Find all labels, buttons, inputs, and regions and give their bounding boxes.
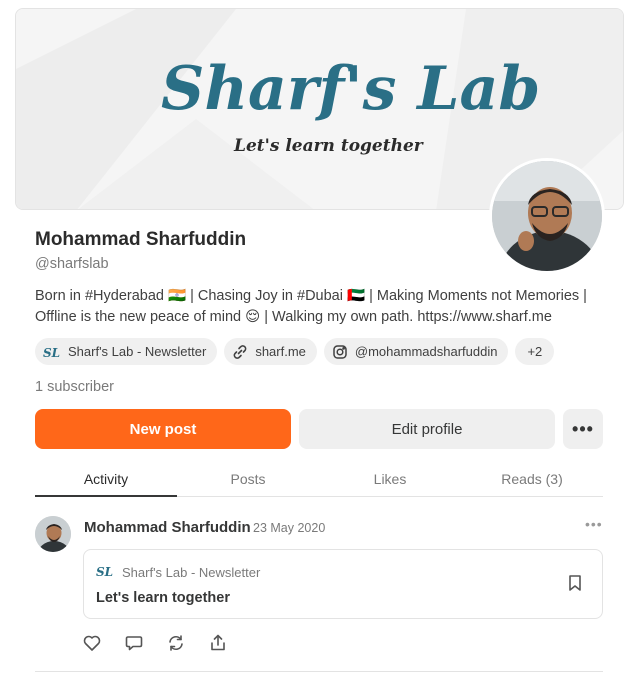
publication-logo-icon: SL [96, 564, 114, 581]
svg-text:SL: SL [96, 565, 113, 578]
publication-logo-icon: SL [43, 345, 61, 359]
post-author-avatar[interactable] [35, 516, 71, 552]
post-author-name[interactable]: Mohammad Sharfuddin [84, 519, 251, 536]
post-actions [82, 633, 228, 653]
chip-instagram[interactable]: @mohammadsharfuddin [323, 338, 509, 365]
tab-posts[interactable]: Posts [177, 462, 319, 496]
chip-newsletter-label: Sharf's Lab - Newsletter [68, 344, 207, 359]
new-post-button[interactable]: New post [35, 409, 291, 449]
post-card[interactable]: SL Sharf's Lab - Newsletter Let's learn … [83, 549, 603, 619]
card-publication: SL Sharf's Lab - Newsletter [96, 564, 260, 581]
edit-profile-button[interactable]: Edit profile [299, 409, 555, 449]
tab-reads[interactable]: Reads (3) [461, 462, 603, 496]
like-icon[interactable] [82, 633, 102, 653]
post-menu-button[interactable]: ••• [585, 516, 603, 532]
chip-more-label: +2 [527, 344, 543, 359]
profile-name: Mohammad Sharfuddin [35, 229, 247, 250]
comment-icon[interactable] [124, 633, 144, 653]
link-icon [232, 344, 248, 360]
post-date: 23 May 2020 [253, 521, 326, 535]
more-options-button[interactable]: ••• [563, 409, 603, 449]
chip-website[interactable]: sharf.me [224, 338, 317, 365]
chip-more-links[interactable]: +2 [515, 338, 555, 365]
profile-avatar[interactable] [489, 158, 605, 274]
tab-likes[interactable]: Likes [319, 462, 461, 496]
feed-divider [35, 671, 603, 672]
banner-tagline: Let's learn together [233, 136, 424, 156]
bookmark-icon[interactable] [568, 574, 582, 597]
chip-newsletter[interactable]: SL Sharf's Lab - Newsletter [35, 338, 218, 365]
instagram-icon [332, 344, 348, 360]
svg-text:SL: SL [43, 346, 60, 359]
restack-icon[interactable] [166, 633, 186, 653]
tab-activity[interactable]: Activity [35, 462, 177, 497]
profile-handle: @sharfslab [35, 256, 109, 272]
card-post-title: Let's learn together [96, 590, 230, 606]
profile-links: SL Sharf's Lab - Newsletter sharf.me @mo… [35, 338, 555, 365]
share-icon[interactable] [208, 633, 228, 653]
subscriber-count[interactable]: 1 subscriber [35, 379, 114, 395]
profile-tabs: Activity Posts Likes Reads (3) [35, 462, 603, 497]
chip-instagram-label: @mohammadsharfuddin [354, 344, 498, 359]
card-publication-name: Sharf's Lab - Newsletter [122, 565, 261, 580]
banner-title: Sharf's Lab [161, 54, 540, 124]
profile-bio: Born in #Hyderabad 🇮🇳 | Chasing Joy in #… [35, 288, 587, 325]
chip-website-label: sharf.me [255, 344, 306, 359]
